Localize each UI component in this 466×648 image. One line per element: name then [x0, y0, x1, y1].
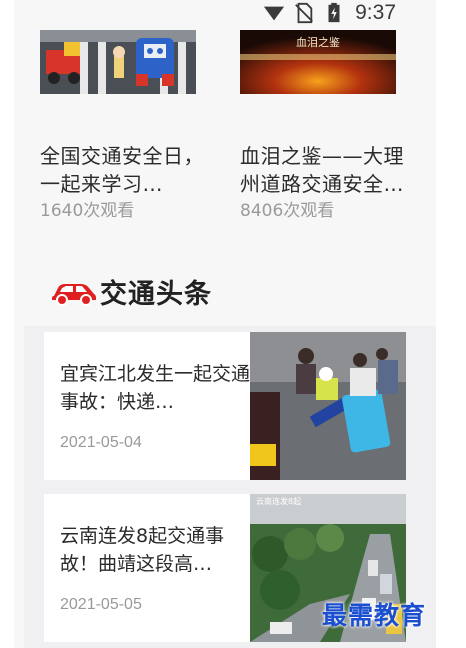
video-views: 1640次观看	[40, 201, 135, 221]
section-header: 交通头条	[50, 272, 212, 311]
no-sim-icon	[295, 2, 314, 24]
news-title[interactable]: 宜宾江北发生一起交通事故：快递…	[60, 360, 252, 416]
toy-cars-crosswalk-image	[40, 30, 196, 94]
accident-scene-photo	[250, 332, 406, 480]
news-item[interactable]: 宜宾江北发生一起交通事故：快递… 2021-05-04	[44, 332, 406, 480]
fire-warning-banner-image: 血泪之鉴	[240, 30, 396, 94]
section-title: 交通头条	[100, 279, 212, 310]
video-card[interactable]: 血泪之鉴 血泪之鉴——大理州道路交通安全… 8406次观看	[240, 30, 410, 221]
page: 9:37 全国交通安全日，一起来学习… 1640次观看 血泪之鉴 血泪之鉴——大…	[14, 0, 436, 648]
video-title[interactable]: 全国交通安全日，一起来学习…	[40, 142, 220, 198]
battery-charging-icon	[328, 2, 340, 23]
video-title[interactable]: 血泪之鉴——大理州道路交通安全…	[240, 142, 420, 198]
video-views: 8406次观看	[240, 201, 335, 221]
wifi-icon	[264, 6, 285, 21]
video-thumbnail[interactable]	[40, 30, 196, 94]
thumb-caption: 血泪之鉴	[296, 35, 340, 49]
status-bar: 9:37	[263, 0, 396, 26]
watermark-logo: 最需教育	[321, 601, 426, 630]
news-date: 2021-05-05	[60, 596, 142, 613]
news-thumbnail[interactable]	[250, 332, 406, 480]
news-title[interactable]: 云南连发8起交通事故！曲靖这段高…	[60, 522, 252, 578]
car-icon	[52, 283, 96, 306]
news-date: 2021-05-04	[60, 434, 142, 451]
status-time: 9:37	[355, 1, 396, 24]
video-thumbnail[interactable]: 血泪之鉴	[240, 30, 396, 94]
video-card[interactable]: 全国交通安全日，一起来学习… 1640次观看	[40, 30, 210, 221]
thumb-caption: 云南连发8起	[256, 496, 301, 506]
